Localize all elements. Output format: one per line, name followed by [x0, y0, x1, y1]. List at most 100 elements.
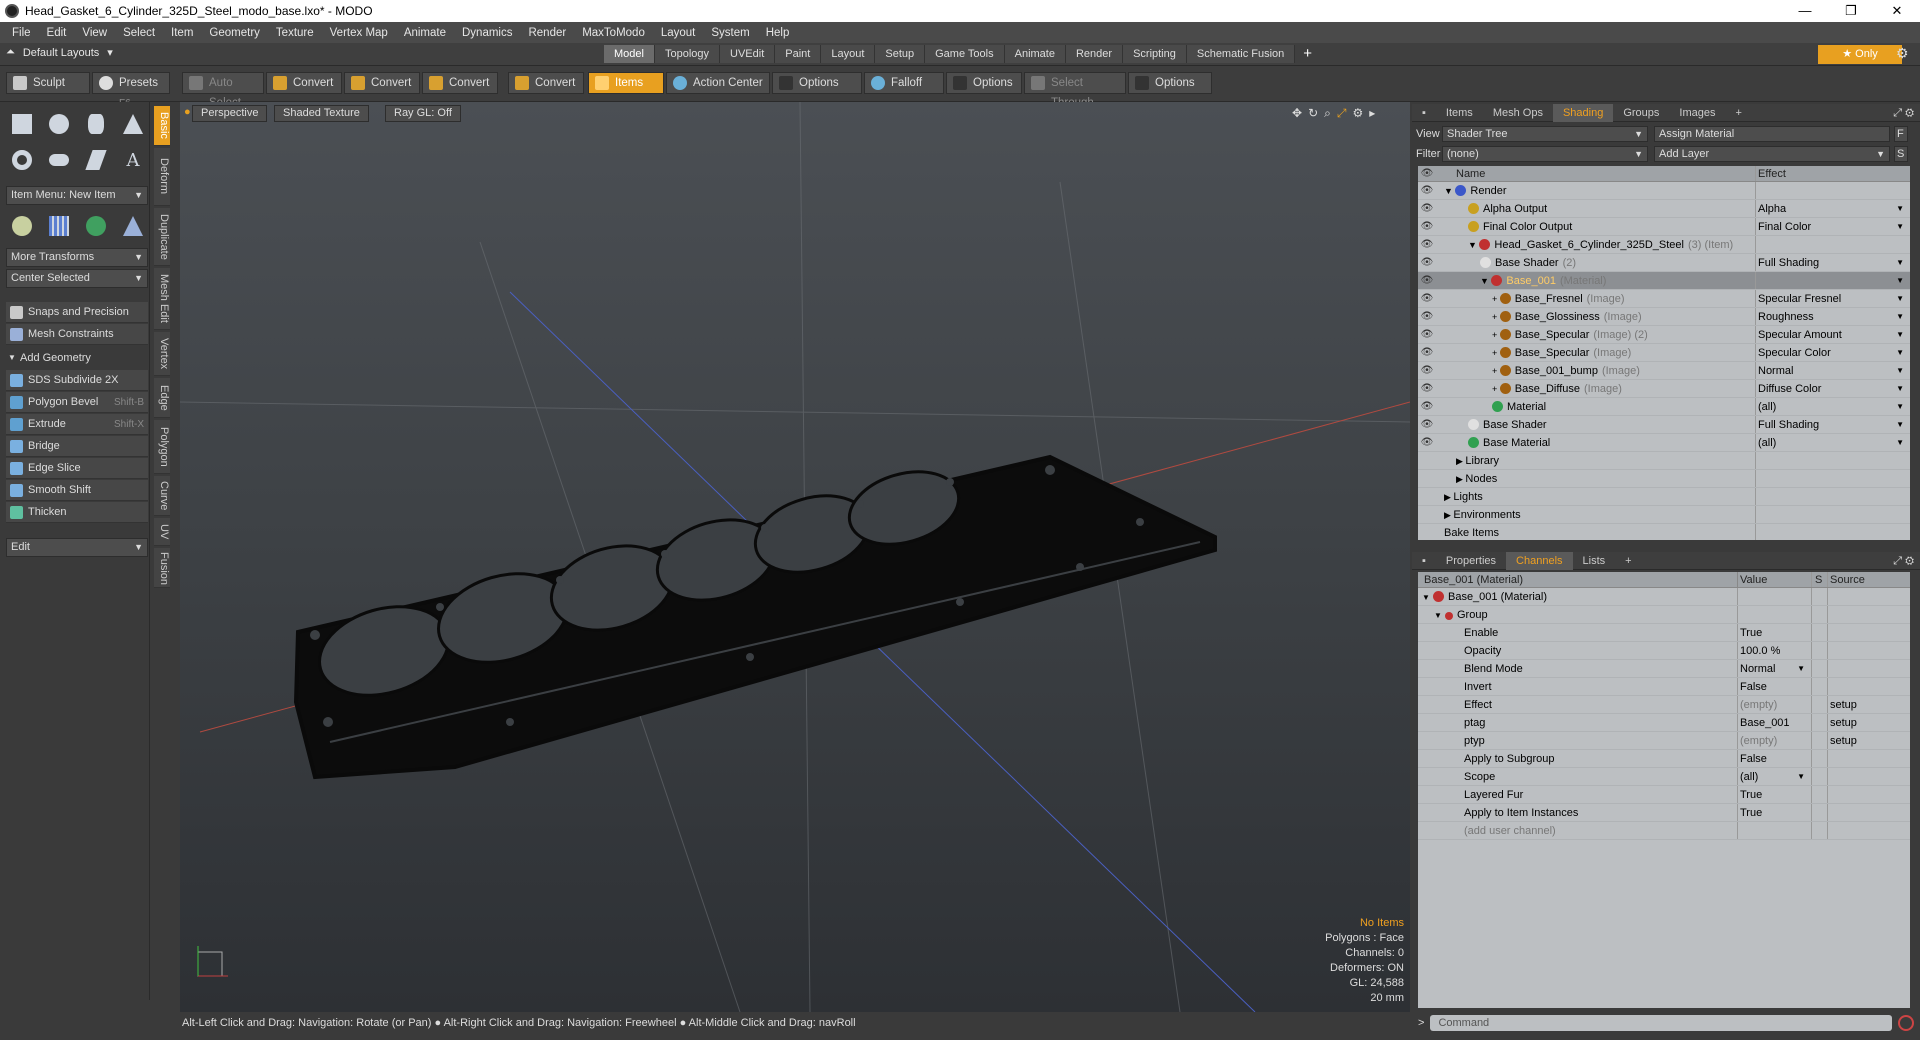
add-layout-tab-button[interactable]: + — [1295, 45, 1320, 63]
center-selected-dropdown[interactable]: Center Selected ▼ — [6, 269, 148, 288]
eye-icon[interactable]: 👁 — [1418, 308, 1436, 325]
shader-effect-cell[interactable]: Specular Color ▼ — [1756, 344, 1910, 361]
add-tab-button[interactable]: + — [1725, 104, 1751, 122]
channel-row[interactable]: Layered Fur True — [1418, 786, 1910, 804]
grid-texture-icon[interactable] — [43, 210, 75, 242]
channel-value[interactable]: True — [1738, 624, 1812, 641]
tab-items[interactable]: Items — [1436, 104, 1483, 122]
edit-dropdown[interactable]: Edit ▼ — [6, 538, 148, 557]
minimize-button[interactable]: — — [1782, 0, 1828, 22]
assign-material-button[interactable]: Assign Material — [1654, 126, 1890, 142]
pen-tool-icon[interactable] — [80, 144, 112, 176]
vtab-uv[interactable]: UV — [154, 518, 170, 546]
channel-row[interactable]: ptyp (empty) setup — [1418, 732, 1910, 750]
add-layer-dropdown[interactable]: Add Layer ▼ — [1654, 146, 1890, 162]
perspective-button[interactable]: Perspective — [192, 105, 268, 122]
tool-sds-subdivide-2x[interactable]: SDS Subdivide 2X — [6, 370, 148, 391]
shader-tree-row[interactable]: ▶ Nodes — [1418, 470, 1910, 488]
layout-tab-model[interactable]: Model — [604, 45, 655, 63]
tool-edge-slice[interactable]: Edge Slice — [6, 458, 148, 479]
vtab-fusion[interactable]: Fusion — [154, 548, 170, 588]
shader-tree-row[interactable]: ▶ Library — [1418, 452, 1910, 470]
shader-tree-row[interactable]: 👁 ▼ Base_001 (Material) ▼ — [1418, 272, 1910, 290]
shader-effect-cell[interactable]: Specular Amount ▼ — [1756, 326, 1910, 343]
shader-effect-cell[interactable]: (all) ▼ — [1756, 398, 1910, 415]
channel-row[interactable]: Enable True — [1418, 624, 1910, 642]
layout-tab-topology[interactable]: Topology — [654, 45, 721, 63]
menu-maxtomodo[interactable]: MaxToModo — [574, 27, 653, 39]
channel-row[interactable]: Apply to Subgroup False — [1418, 750, 1910, 768]
action-center-button[interactable]: Action Center — [666, 72, 770, 94]
cone-icon[interactable] — [117, 108, 149, 140]
cube-icon[interactable] — [6, 108, 38, 140]
falloff-options-button[interactable]: Options — [946, 72, 1022, 94]
tool-smooth-shift[interactable]: Smooth Shift — [6, 480, 148, 501]
eye-icon[interactable]: 👁 — [1418, 272, 1436, 289]
chevron-down-icon[interactable]: ▼ — [1444, 186, 1455, 196]
eye-icon[interactable]: 👁 — [1418, 326, 1436, 343]
vtab-basic[interactable]: Basic — [154, 106, 170, 146]
head-gasket-mesh[interactable] — [293, 454, 1217, 780]
eye-icon[interactable]: 👁 — [1418, 362, 1436, 379]
chevron-right-icon[interactable]: ▶ — [1456, 456, 1465, 466]
shader-tree-row[interactable]: 👁 + Base_Glossiness (Image) Roughness ▼ — [1418, 308, 1910, 326]
layout-tab-layout[interactable]: Layout — [821, 45, 876, 63]
ray-gl-button[interactable]: Ray GL: Off — [385, 105, 461, 122]
menu-item[interactable]: Item — [163, 27, 201, 39]
layout-tab-game-tools[interactable]: Game Tools — [925, 45, 1005, 63]
globe-icon[interactable] — [80, 210, 112, 242]
chevron-right-icon[interactable]: ▶ — [1456, 474, 1465, 484]
capsule-icon[interactable] — [43, 144, 75, 176]
shader-effect-cell[interactable]: Roughness ▼ — [1756, 308, 1910, 325]
shader-tree-row[interactable]: 👁 Base Shader (2) Full Shading ▼ — [1418, 254, 1910, 272]
cylinder-icon[interactable] — [80, 108, 112, 140]
shaded-texture-button[interactable]: Shaded Texture — [274, 105, 369, 122]
channel-row[interactable]: Blend Mode Normal ▼ — [1418, 660, 1910, 678]
shader-tree-row[interactable]: 👁 ▼ Render — [1418, 182, 1910, 200]
viewport-gear-icon[interactable]: ⚙ — [1352, 106, 1363, 121]
menu-render[interactable]: Render — [520, 27, 574, 39]
filter-select[interactable]: (none) ▼ — [1442, 146, 1648, 162]
torus-icon[interactable] — [6, 144, 38, 176]
panel-options-icon[interactable]: ⤢ ⚙ — [1883, 552, 1920, 570]
channel-root-row[interactable]: ▼ Base_001 (Material) — [1418, 588, 1910, 606]
chevron-right-icon[interactable]: ▸ — [1369, 106, 1375, 121]
vtab-mesh-edit[interactable]: Mesh Edit — [154, 268, 170, 330]
expand-plus-icon[interactable]: + — [1492, 384, 1500, 394]
channel-value[interactable]: False — [1738, 750, 1812, 767]
convert-vertices-button[interactable]: Convert — [266, 72, 342, 94]
eye-icon[interactable]: 👁 — [1418, 290, 1436, 307]
vtab-polygon[interactable]: Polygon — [154, 420, 170, 474]
shader-tree-row[interactable]: 👁 Material (all) ▼ — [1418, 398, 1910, 416]
shader-effect-cell[interactable]: Normal ▼ — [1756, 362, 1910, 379]
command-input[interactable]: Command — [1430, 1015, 1892, 1031]
expand-plus-icon[interactable]: + — [1492, 294, 1500, 304]
chevron-down-icon[interactable]: ▼ — [1468, 240, 1479, 250]
more-transforms-dropdown[interactable]: More Transforms ▼ — [6, 248, 148, 267]
channel-row[interactable]: Opacity 100.0 % — [1418, 642, 1910, 660]
tab-properties[interactable]: Properties — [1436, 552, 1506, 570]
tab-images[interactable]: Images — [1669, 104, 1725, 122]
eye-icon[interactable]: 👁 — [1418, 254, 1436, 271]
menu-geometry[interactable]: Geometry — [201, 27, 268, 39]
shader-tree-row[interactable]: 👁 + Base_Fresnel (Image) Specular Fresnel ▼ — [1418, 290, 1910, 308]
convert-polygons-button[interactable]: Convert — [422, 72, 498, 94]
channel-row[interactable]: Apply to Item Instances True — [1418, 804, 1910, 822]
menu-system[interactable]: System — [703, 27, 757, 39]
3d-viewport[interactable]: ● Perspective Shaded Texture Ray GL: Off… — [180, 102, 1410, 1012]
menu-texture[interactable]: Texture — [268, 27, 322, 39]
eye-icon[interactable]: 👁 — [1418, 236, 1436, 253]
vtab-duplicate[interactable]: Duplicate — [154, 208, 170, 266]
add-geometry-section[interactable]: ▼ Add Geometry — [6, 348, 148, 368]
shader-effect-cell[interactable]: Specular Fresnel ▼ — [1756, 290, 1910, 307]
channel-value[interactable]: True — [1738, 786, 1812, 803]
menu-select[interactable]: Select — [115, 27, 163, 39]
vtab-curve[interactable]: Curve — [154, 476, 170, 516]
shader-tree-row[interactable]: Bake Items — [1418, 524, 1910, 540]
shader-tree-row[interactable]: 👁 Alpha Output Alpha ▼ — [1418, 200, 1910, 218]
menu-layout[interactable]: Layout — [653, 27, 704, 39]
layout-tab-setup[interactable]: Setup — [875, 45, 926, 63]
options-button[interactable]: Options — [772, 72, 862, 94]
select-through-button[interactable]: Select Through — [1024, 72, 1126, 109]
shader-tree-row[interactable]: 👁 + Base_Diffuse (Image) Diffuse Color ▼ — [1418, 380, 1910, 398]
